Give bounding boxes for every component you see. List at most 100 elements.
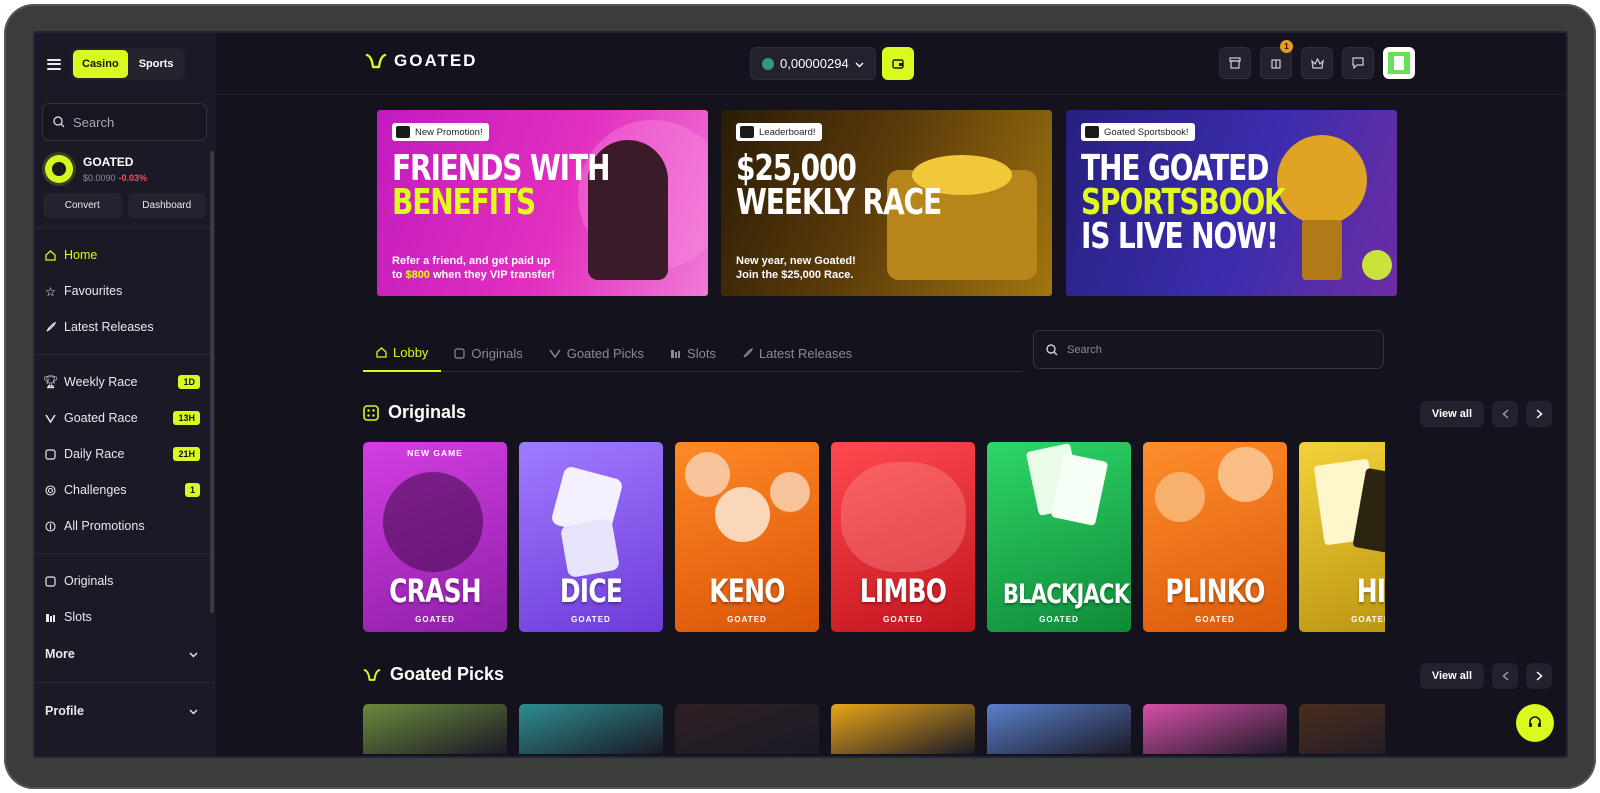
game-card-thumbnail[interactable] <box>1143 704 1287 754</box>
promo-banner-sportsbook[interactable]: Goated Sportsbook! THE GOATED SPORTSBOOK I… <box>1066 110 1397 296</box>
sidebar-item-goated-race[interactable]: Goated Race 13H <box>35 400 214 436</box>
sidebar-search-input[interactable]: Search <box>42 103 207 141</box>
divider <box>35 682 214 683</box>
sidebar-profile-toggle[interactable]: Profile <box>35 692 214 730</box>
rewards-button[interactable]: 1 <box>1260 40 1293 79</box>
game-card-hilo[interactable]: HI GOATED <box>1299 442 1385 632</box>
game-card-limbo[interactable]: LIMBO GOATED <box>831 442 975 632</box>
plinko-ball-illustration <box>1218 447 1273 502</box>
tab-goated-picks[interactable]: Goated Picks <box>536 334 657 372</box>
goated-picks-carousel <box>363 704 1385 754</box>
sidebar-item-home[interactable]: Home <box>35 237 214 273</box>
notification-badge: 1 <box>1280 40 1293 53</box>
sidebar-item-weekly-race[interactable]: 🏆︎ Weekly Race 1D <box>35 364 214 400</box>
sidebar-item-latest-releases[interactable]: Latest Releases <box>35 309 214 345</box>
card-brand: GOATED <box>415 615 455 624</box>
convert-button[interactable]: Convert <box>43 193 122 218</box>
game-card-thumbnail[interactable] <box>519 704 663 754</box>
sidebar-item-slots[interactable]: Slots <box>35 599 214 635</box>
card-brand: GOATED <box>727 615 767 624</box>
chevron-right-icon <box>1536 409 1543 419</box>
game-card-thumbnail[interactable] <box>1299 704 1385 754</box>
game-card-thumbnail[interactable] <box>831 704 975 754</box>
main-content: New Promotion! FRIENDS WITH BENEFITS Refe… <box>215 96 1566 756</box>
chevron-right-icon <box>1536 671 1543 681</box>
divider <box>35 227 214 228</box>
game-card-blackjack[interactable]: BLACKJACK GOATED <box>987 442 1131 632</box>
game-card-thumbnail[interactable] <box>987 704 1131 754</box>
token-price: $0.0090 -0.03% <box>83 173 148 183</box>
sidebar-item-label: Daily Race <box>64 447 125 461</box>
vip-button[interactable] <box>1301 47 1333 79</box>
originals-prev-button[interactable] <box>1492 401 1518 427</box>
goated-picks-section-header: Goated Picks <box>363 664 504 685</box>
chevron-left-icon <box>1501 409 1508 419</box>
sidebar-item-originals[interactable]: Originals <box>35 563 214 599</box>
goated-logo-icon <box>1085 126 1099 138</box>
wallet-button[interactable] <box>881 47 914 80</box>
dashboard-button[interactable]: Dashboard <box>127 193 206 218</box>
trophy-base-illustration <box>1302 220 1342 280</box>
sidebar-more-toggle[interactable]: More <box>35 635 214 673</box>
square-icon <box>45 448 56 460</box>
daily-race-badge: 21H <box>173 447 200 461</box>
slots-icon <box>45 612 56 623</box>
chat-button[interactable] <box>1342 47 1374 79</box>
sidebar-scrollbar[interactable] <box>210 151 214 613</box>
avatar-image <box>1388 52 1410 74</box>
game-search-input[interactable]: Search <box>1033 330 1384 369</box>
chevron-down-icon <box>189 704 198 718</box>
sidebar-item-daily-race[interactable]: Daily Race 21H <box>35 436 214 472</box>
banner-subtext: New year, new Goated! Join the $25,000 Ra… <box>736 255 856 281</box>
goated-picks-prev-button[interactable] <box>1492 663 1518 689</box>
sidebar-top: Casino Sports <box>35 33 214 95</box>
game-title: CRASH <box>389 572 482 610</box>
originals-view-all-button[interactable]: View all <box>1419 401 1484 427</box>
tab-originals[interactable]: Originals <box>441 334 535 372</box>
tether-coin-icon <box>762 57 774 70</box>
game-card-thumbnail[interactable] <box>675 704 819 754</box>
goated-logo-icon <box>45 413 56 424</box>
user-avatar[interactable] <box>1383 47 1415 79</box>
game-card-thumbnail[interactable] <box>363 704 507 754</box>
goated-picks-view-all-button[interactable]: View all <box>1419 663 1484 689</box>
sidebar-item-label: Latest Releases <box>64 320 154 334</box>
goated-logo[interactable]: GOATED <box>365 51 477 71</box>
home-icon <box>45 249 56 261</box>
casino-mode-button[interactable]: Casino <box>73 50 128 78</box>
game-card-plinko[interactable]: PLINKO GOATED <box>1143 442 1287 632</box>
archive-button[interactable] <box>1219 47 1251 79</box>
promo-banner-weekly-race[interactable]: Leaderboard! $25,000 WEEKLY RACE New year… <box>721 110 1052 296</box>
banner-headline: THE GOATED SPORTSBOOK IS LIVE NOW! <box>1081 148 1286 257</box>
plinko-ball-illustration <box>1155 472 1205 522</box>
chevron-down-icon <box>189 647 198 661</box>
balance-dropdown[interactable]: 0,00000294 <box>750 47 876 80</box>
banner-headline: FRIENDS WITH BENEFITS <box>392 148 610 223</box>
section-title: Goated Picks <box>390 664 505 684</box>
goated-logo-icon <box>740 126 754 138</box>
game-card-dice[interactable]: DICE GOATED <box>519 442 663 632</box>
building-icon <box>1271 59 1281 69</box>
weekly-race-badge: 1D <box>178 375 200 389</box>
game-card-crash[interactable]: NEW GAME CRASH GOATED <box>363 442 507 632</box>
sidebar-item-label: Home <box>64 248 98 262</box>
tab-lobby[interactable]: Lobby <box>363 334 442 372</box>
banner-headline: $25,000 WEEKLY RACE <box>736 148 942 223</box>
tab-latest-releases[interactable]: Latest Releases <box>729 334 865 372</box>
square-icon <box>45 575 56 587</box>
hamburger-menu-icon[interactable] <box>47 58 61 70</box>
originals-next-button[interactable] <box>1526 401 1552 427</box>
sports-mode-button[interactable]: Sports <box>130 50 183 78</box>
game-card-keno[interactable]: KENO GOATED <box>675 442 819 632</box>
support-chat-button[interactable] <box>1516 704 1554 742</box>
sidebar-item-label: Weekly Race <box>64 375 138 389</box>
tab-slots[interactable]: Slots <box>657 334 729 372</box>
promo-banner-friends[interactable]: New Promotion! FRIENDS WITH BENEFITS Refe… <box>377 110 708 296</box>
banner-tag: New Promotion! <box>392 123 489 141</box>
goated-token-icon <box>45 155 73 183</box>
goated-picks-next-button[interactable] <box>1526 663 1552 689</box>
sidebar-item-challenges[interactable]: Challenges 1 <box>35 472 214 508</box>
sidebar-item-favourites[interactable]: ☆ Favourites <box>35 273 214 309</box>
sidebar-item-all-promotions[interactable]: All Promotions <box>35 508 214 544</box>
game-search-placeholder: Search <box>1067 343 1102 356</box>
